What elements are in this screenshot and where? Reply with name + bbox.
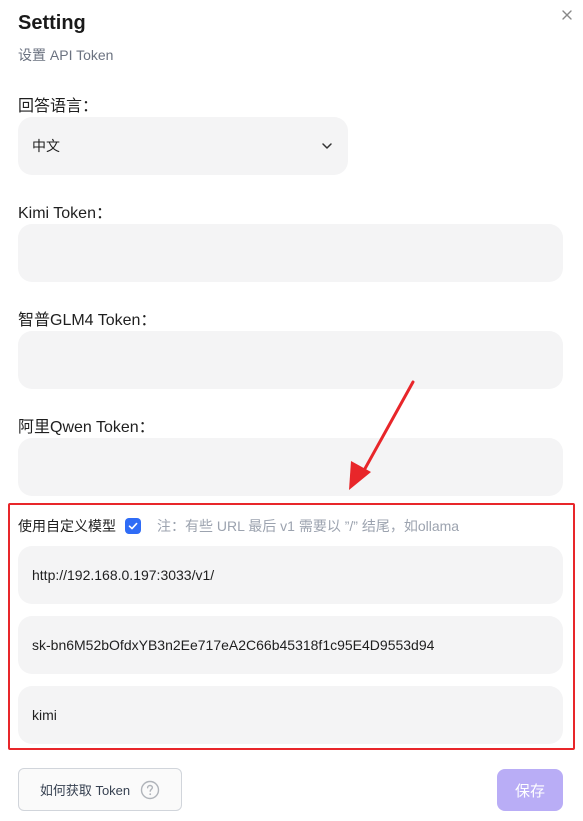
qwen-token-label: 阿里Qwen Token： [18, 419, 155, 436]
kimi-token-input[interactable] [18, 224, 563, 282]
custom-model-label: 使用自定义模型 [18, 518, 116, 534]
close-icon[interactable] [558, 6, 576, 24]
language-select[interactable]: 中文 [18, 117, 348, 175]
custom-model-note: 注：有些 URL 最后 v1 需要以 ”/” 结尾，如ollama [157, 518, 460, 534]
custom-model-row: 使用自定义模型 注：有些 URL 最后 v1 需要以 ”/” 结尾，如ollam… [18, 516, 459, 536]
help-button-label: 如何获取 Token [39, 783, 131, 798]
how-to-get-token-button[interactable]: 如何获取 Token [18, 768, 182, 811]
language-label: 回答语言： [18, 98, 99, 115]
glm-token-input[interactable] [18, 331, 563, 389]
qwen-token-input[interactable] [18, 438, 563, 496]
custom-model-checkbox[interactable] [125, 518, 141, 534]
custom-url-input[interactable]: http://192.168.0.197:3033/v1/ [18, 546, 563, 604]
question-icon [140, 780, 160, 799]
glm-token-label: 智普GLM4 Token： [18, 312, 157, 329]
dialog-title: Setting [18, 12, 86, 34]
custom-model-name-input[interactable]: kimi [18, 686, 563, 744]
custom-api-key-input[interactable]: sk-bn6M52bOfdxYB3n2Ee717eA2C66b45318f1c9… [18, 616, 563, 674]
language-selected-value: 中文 [32, 138, 60, 154]
chevron-down-icon [322, 143, 332, 149]
check-icon [128, 522, 138, 530]
kimi-token-label: Kimi Token： [18, 205, 112, 222]
dialog-subtitle: 设置 API Token [18, 47, 114, 63]
save-button[interactable]: 保存 [497, 769, 563, 811]
